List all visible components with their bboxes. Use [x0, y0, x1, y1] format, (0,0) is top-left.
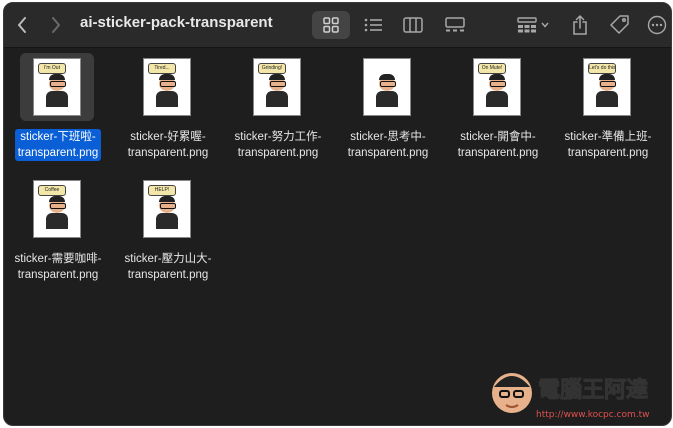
file-name-line1: sticker-下班啦- — [20, 129, 96, 145]
list-view-button[interactable] — [356, 11, 390, 39]
file-name-label: sticker-準備上班-transparent.png — [562, 129, 655, 161]
file-name-line2: transparent.png — [17, 269, 99, 281]
share-button[interactable] — [566, 11, 594, 39]
file-thumbnail-frame: Let's do this — [570, 53, 644, 121]
file-name-line2: transparent.png — [457, 147, 539, 159]
grid-icon — [323, 17, 339, 33]
icon-view-button[interactable] — [312, 11, 350, 39]
columns-icon — [403, 17, 423, 33]
file-thumbnail-frame: Coffee — [20, 175, 94, 243]
sticker-thumbnail: Coffee — [33, 180, 81, 238]
file-thumbnail-frame: HELP! — [130, 175, 204, 243]
file-name-line1: sticker-準備上班- — [564, 131, 652, 143]
file-name-line1: sticker-好累喔- — [130, 131, 206, 143]
file-name-label: sticker-下班啦-transparent.png — [14, 129, 102, 161]
file-name-line2: transparent.png — [127, 269, 209, 281]
sticker-thumbnail — [363, 58, 411, 116]
file-name: sticker-壓力山大-transparent.png — [114, 251, 222, 283]
file-name-line1: sticker-壓力山大- — [124, 253, 212, 265]
file-name: sticker-開會中-transparent.png — [444, 129, 552, 161]
file-name-label: sticker-壓力山大-transparent.png — [122, 251, 215, 283]
file-name-line2: transparent.png — [17, 145, 99, 161]
sticker-caption: I'm Out — [38, 63, 66, 74]
share-icon — [573, 15, 587, 35]
file-name: sticker-努力工作-transparent.png — [224, 129, 332, 161]
sticker-caption: Tired... — [148, 63, 176, 74]
finder-window: ai-sticker-pack-transparent I'm Out stick… — [3, 2, 672, 426]
forward-button[interactable] — [46, 14, 66, 36]
file-name-line2: transparent.png — [347, 147, 429, 159]
sticker-thumbnail: Tired... — [143, 58, 191, 116]
file-name: sticker-準備上班-transparent.png — [554, 129, 662, 161]
watermark-title: 電腦王阿達 — [538, 377, 648, 403]
file-name: sticker-下班啦-transparent.png — [4, 129, 112, 161]
toolbar: ai-sticker-pack-transparent — [4, 3, 671, 48]
window-title: ai-sticker-pack-transparent — [80, 14, 273, 31]
group-by-icon — [517, 17, 537, 33]
back-button[interactable] — [12, 14, 32, 36]
file-name-line2: transparent.png — [237, 147, 319, 159]
list-icon — [364, 18, 382, 32]
tag-button[interactable] — [606, 11, 634, 39]
file-name-line1: sticker-思考中- — [350, 131, 426, 143]
file-thumbnail-frame: I'm Out — [20, 53, 94, 121]
file-name-label: sticker-開會中-transparent.png — [455, 129, 542, 161]
chevron-left-icon — [18, 17, 26, 33]
file-name-line1: sticker-努力工作- — [234, 131, 322, 143]
file-name-line2: transparent.png — [567, 147, 649, 159]
file-thumbnail-frame: Tired... — [130, 53, 204, 121]
group-by-button[interactable] — [512, 11, 554, 39]
file-thumbnail-frame: Grinding! — [240, 53, 314, 121]
sticker-thumbnail: On Mute! — [473, 58, 521, 116]
sticker-caption: Grinding! — [258, 63, 286, 74]
watermark-url: http://www.kocpc.com.tw — [536, 410, 650, 420]
file-name-label: sticker-思考中-transparent.png — [345, 129, 432, 161]
file-name-label: sticker-好累喔-transparent.png — [125, 129, 212, 161]
file-name-label: sticker-需要咖啡-transparent.png — [12, 251, 105, 283]
file-name: sticker-好累喔-transparent.png — [114, 129, 222, 161]
chevron-down-icon — [541, 22, 549, 28]
file-name-line2: transparent.png — [127, 147, 209, 159]
file-name-label: sticker-努力工作-transparent.png — [232, 129, 325, 161]
sticker-caption: On Mute! — [478, 63, 506, 74]
sticker-thumbnail: Let's do this — [583, 58, 631, 116]
watermark-logo: 電腦王阿達 http://www.kocpc.com.tw — [492, 373, 650, 420]
file-thumbnail-frame — [350, 53, 424, 121]
sticker-caption: Let's do this — [588, 63, 616, 74]
column-view-button[interactable] — [396, 11, 430, 39]
chevron-right-icon — [52, 17, 60, 33]
file-thumbnail-frame: On Mute! — [460, 53, 534, 121]
sticker-caption: HELP! — [148, 185, 176, 196]
more-button[interactable] — [644, 11, 670, 39]
ellipsis-icon — [647, 15, 667, 35]
tag-icon — [610, 15, 629, 34]
file-name-line1: sticker-需要咖啡- — [14, 253, 102, 265]
sticker-thumbnail: I'm Out — [33, 58, 81, 116]
file-name: sticker-思考中-transparent.png — [334, 129, 442, 161]
gallery-icon — [445, 17, 465, 32]
sticker-caption: Coffee — [38, 185, 66, 196]
file-name: sticker-需要咖啡-transparent.png — [4, 251, 112, 283]
sticker-thumbnail: Grinding! — [253, 58, 301, 116]
sticker-thumbnail: HELP! — [143, 180, 191, 238]
file-name-line1: sticker-開會中- — [460, 131, 536, 143]
gallery-view-button[interactable] — [438, 11, 472, 39]
